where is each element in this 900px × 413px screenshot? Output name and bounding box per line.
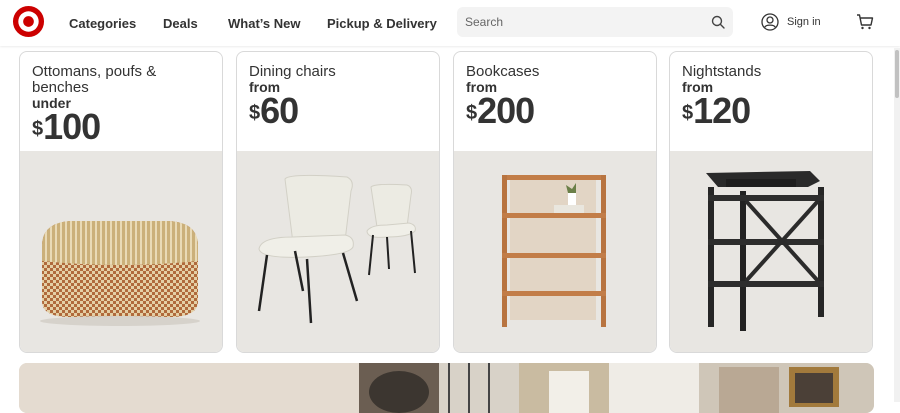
card-price: $100: [32, 109, 217, 145]
price-value: 120: [693, 90, 751, 131]
sign-in-label: Sign in: [787, 16, 821, 28]
card-text: Ottomans, poufs & benches under $100: [32, 63, 217, 145]
category-card-ottomans[interactable]: Ottomans, poufs & benches under $100: [19, 51, 223, 353]
dollar-sign: $: [32, 118, 44, 140]
page-scrollbar[interactable]: [894, 48, 900, 402]
promo-banner[interactable]: [19, 363, 874, 413]
account-icon: [761, 13, 779, 31]
card-price: $120: [682, 93, 867, 129]
product-image-bookcase: [454, 151, 656, 352]
card-title: Bookcases: [466, 63, 540, 80]
category-card-dining-chairs[interactable]: Dining chairs from $60: [236, 51, 440, 353]
price-value: 100: [43, 106, 101, 147]
card-text: Bookcases from $200: [466, 63, 651, 129]
scrollbar-thumb[interactable]: [895, 50, 899, 98]
category-card-bookcases[interactable]: Bookcases from $200: [453, 51, 657, 353]
price-value: 60: [260, 90, 299, 131]
nav-deals[interactable]: Deals: [163, 0, 198, 46]
card-title: Nightstands: [682, 63, 762, 80]
category-card-nightstands[interactable]: Nightstands from $120: [669, 51, 873, 353]
dollar-sign: $: [249, 102, 261, 124]
card-price: $60: [249, 93, 434, 129]
dollar-sign: $: [682, 102, 694, 124]
product-image-chairs: [237, 151, 439, 352]
banner-image: [19, 363, 874, 413]
search-input[interactable]: [465, 13, 695, 31]
card-price: $200: [466, 93, 651, 129]
price-value: 200: [477, 90, 535, 131]
card-text: Nightstands from $120: [682, 63, 867, 129]
card-title: Ottomans, poufs & benches: [32, 63, 157, 96]
nav-whats-new[interactable]: What’s New: [228, 0, 300, 46]
dollar-sign: $: [466, 102, 478, 124]
product-image-nightstand: [670, 151, 872, 352]
card-title: Dining chairs: [249, 63, 336, 80]
search-icon[interactable]: [711, 15, 725, 29]
top-header: Categories Deals What’s New Pickup & Del…: [0, 0, 900, 46]
search-box: [457, 7, 733, 37]
cart-icon[interactable]: [856, 13, 874, 31]
sign-in-button[interactable]: Sign in: [761, 12, 821, 32]
nav-categories[interactable]: Categories: [69, 0, 136, 46]
nav-pickup-delivery[interactable]: Pickup & Delivery: [327, 0, 437, 46]
product-image-ottoman: [20, 151, 222, 352]
card-text: Dining chairs from $60: [249, 63, 434, 129]
target-logo[interactable]: [12, 5, 45, 38]
